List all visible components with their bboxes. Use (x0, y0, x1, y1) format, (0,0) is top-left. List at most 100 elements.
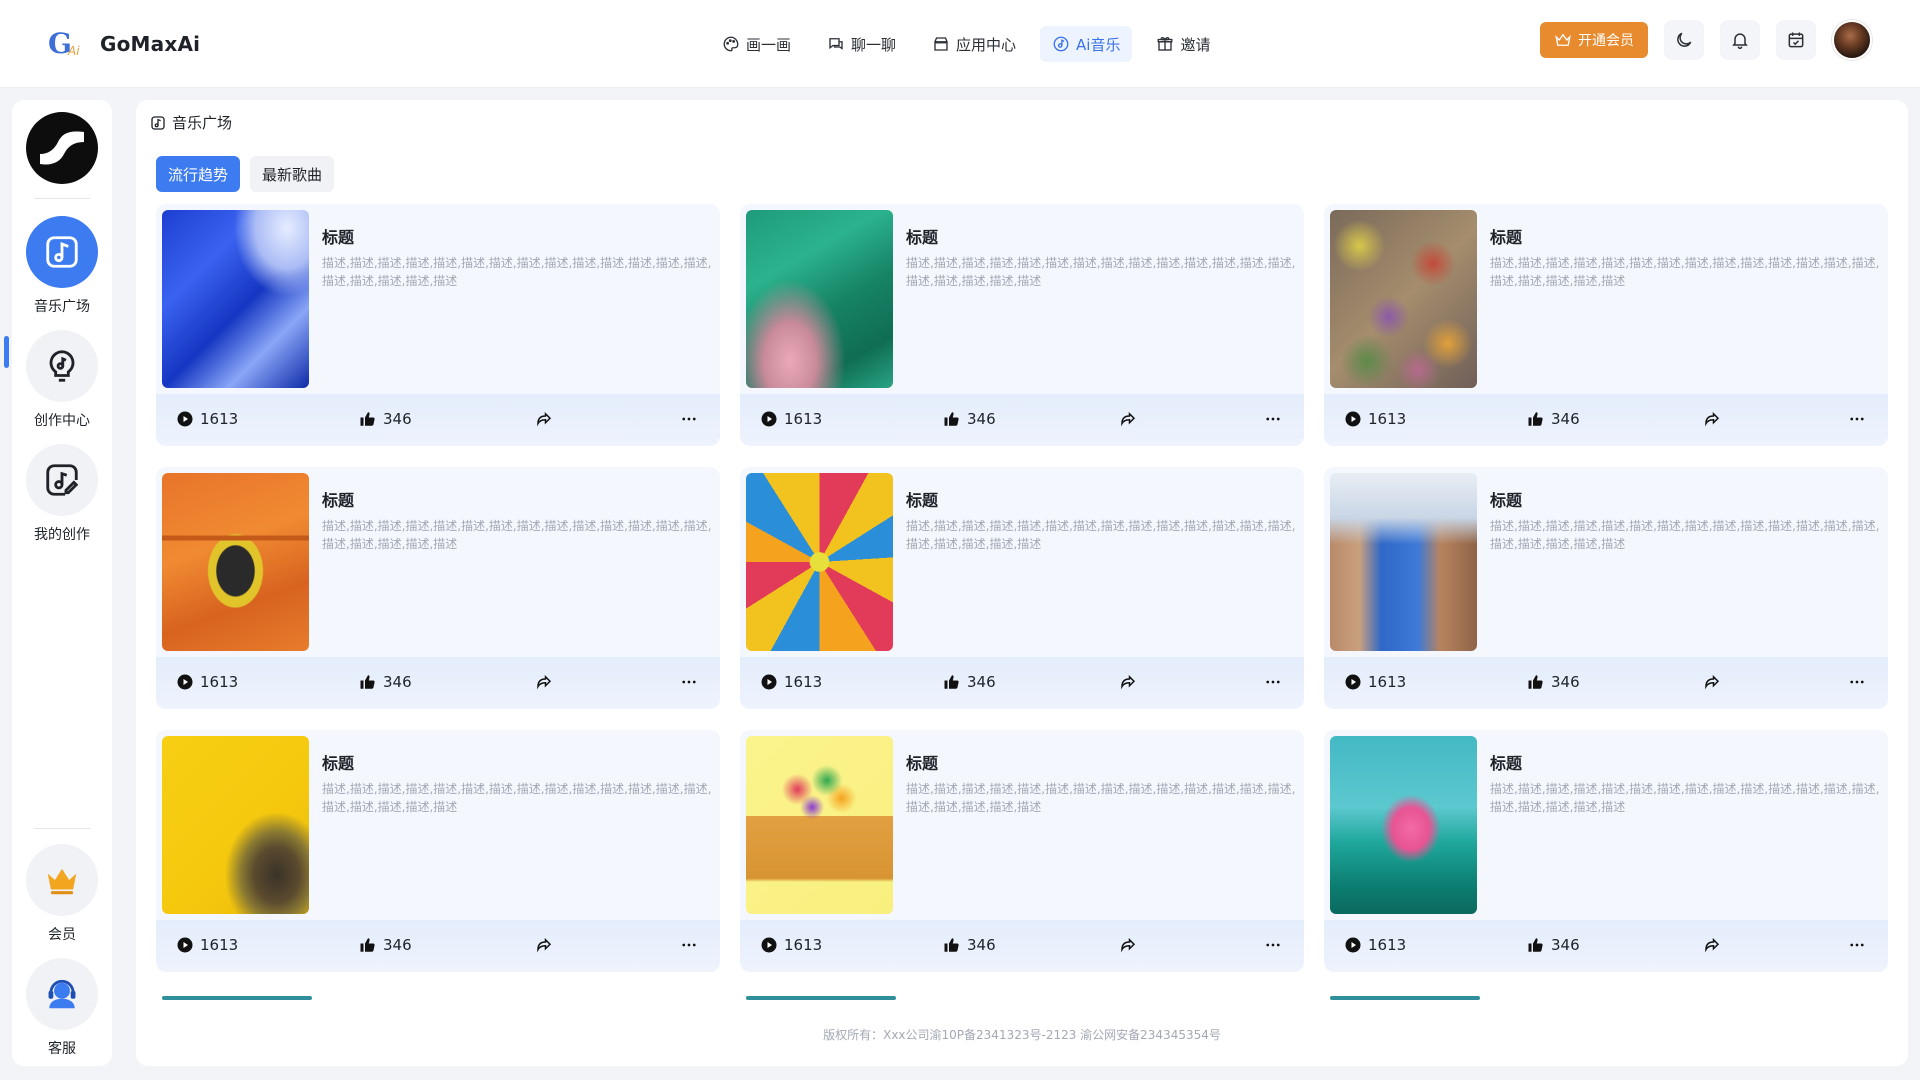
like-count-value: 346 (967, 936, 996, 954)
more-button[interactable] (1848, 936, 1866, 954)
more-button[interactable] (1264, 936, 1282, 954)
play-count[interactable]: 1613 (760, 673, 822, 691)
share-button[interactable] (535, 673, 553, 691)
like-count[interactable]: 346 (943, 410, 996, 428)
sidebar-item-my-creations[interactable]: 我的创作 (12, 444, 112, 544)
brand[interactable]: G Ai GoMaxAi (48, 26, 200, 62)
like-count[interactable]: 346 (1527, 410, 1580, 428)
play-count[interactable]: 1613 (1344, 936, 1406, 954)
share-button[interactable] (1119, 936, 1137, 954)
share-button[interactable] (1703, 410, 1721, 428)
crown-icon (47, 868, 77, 895)
play-count[interactable]: 1613 (1344, 673, 1406, 691)
like-count-value: 346 (383, 673, 412, 691)
more-dots-icon (682, 680, 696, 684)
song-title: 标题 (906, 754, 939, 773)
share-icon (1121, 674, 1136, 690)
nav-item-invite[interactable]: 邀请 (1144, 26, 1222, 62)
play-circle-icon (1345, 411, 1361, 427)
more-dots-icon (1850, 680, 1864, 684)
page-title: 音乐广场 (150, 112, 232, 133)
nav-label: 应用中心 (956, 35, 1017, 54)
song-description: 描述,描述,描述,描述,描述,描述,描述,描述,描述,描述,描述,描述,描述,描… (906, 256, 1296, 288)
theme-toggle-button[interactable] (1664, 20, 1704, 60)
song-card[interactable]: 标题 描述,描述,描述,描述,描述,描述,描述,描述,描述,描述,描述,描述,描… (1324, 467, 1888, 709)
song-card-footer: 1613 346 (1324, 657, 1888, 709)
tab-bar: 流行趋势 最新歌曲 (156, 156, 335, 192)
avatar[interactable] (1832, 20, 1872, 60)
more-button[interactable] (680, 936, 698, 954)
song-card[interactable]: 标题 描述,描述,描述,描述,描述,描述,描述,描述,描述,描述,描述,描述,描… (1324, 204, 1888, 446)
thumbs-up-icon (360, 938, 375, 952)
play-count[interactable]: 1613 (176, 936, 238, 954)
song-cover-image (162, 473, 309, 651)
song-card[interactable]: 标题 描述,描述,描述,描述,描述,描述,描述,描述,描述,描述,描述,描述,描… (156, 204, 720, 446)
share-button[interactable] (1703, 673, 1721, 691)
like-count[interactable]: 346 (359, 673, 412, 691)
song-description: 描述,描述,描述,描述,描述,描述,描述,描述,描述,描述,描述,描述,描述,描… (322, 256, 712, 288)
like-count-value: 346 (1551, 410, 1580, 428)
like-count[interactable]: 346 (943, 673, 996, 691)
song-card[interactable]: 标题 描述,描述,描述,描述,描述,描述,描述,描述,描述,描述,描述,描述,描… (740, 730, 1304, 972)
song-card[interactable]: 标题 描述,描述,描述,描述,描述,描述,描述,描述,描述,描述,描述,描述,描… (740, 204, 1304, 446)
share-button[interactable] (1119, 673, 1137, 691)
nav-item-app-center[interactable]: 应用中心 (920, 26, 1028, 62)
play-count[interactable]: 1613 (760, 410, 822, 428)
share-button[interactable] (1703, 936, 1721, 954)
more-button[interactable] (1264, 673, 1282, 691)
song-card[interactable]: 标题 描述,描述,描述,描述,描述,描述,描述,描述,描述,描述,描述,描述,描… (740, 467, 1304, 709)
nav-item-ai-music[interactable]: Ai音乐 (1040, 26, 1133, 62)
song-description: 描述,描述,描述,描述,描述,描述,描述,描述,描述,描述,描述,描述,描述,描… (322, 782, 712, 814)
play-count[interactable]: 1613 (1344, 410, 1406, 428)
music-disc-icon (1053, 36, 1069, 52)
checkin-button[interactable] (1776, 20, 1816, 60)
share-button[interactable] (535, 410, 553, 428)
more-button[interactable] (680, 410, 698, 428)
music-app-logo-icon[interactable] (26, 112, 98, 184)
play-circle-icon (761, 937, 777, 953)
song-description: 描述,描述,描述,描述,描述,描述,描述,描述,描述,描述,描述,描述,描述,描… (1490, 256, 1880, 288)
sidebar-item-label: 音乐广场 (34, 299, 90, 315)
more-button[interactable] (1848, 410, 1866, 428)
share-button[interactable] (535, 936, 553, 954)
sidebar-item-music-square[interactable]: 音乐广场 (12, 216, 112, 316)
sidebar-item-membership[interactable]: 会员 (12, 844, 112, 944)
share-icon (1121, 411, 1136, 427)
like-count[interactable]: 346 (359, 410, 412, 428)
song-title: 标题 (906, 491, 939, 510)
like-count[interactable]: 346 (943, 936, 996, 954)
tab-latest-songs[interactable]: 最新歌曲 (250, 156, 335, 192)
open-vip-button[interactable]: 开通会员 (1540, 22, 1648, 58)
play-count-value: 1613 (200, 936, 239, 954)
sidebar-item-creation-center[interactable]: 创作中心 (12, 330, 112, 430)
like-count-value: 346 (1551, 673, 1580, 691)
share-button[interactable] (1119, 410, 1137, 428)
song-description: 描述,描述,描述,描述,描述,描述,描述,描述,描述,描述,描述,描述,描述,描… (322, 519, 712, 551)
play-count[interactable]: 1613 (176, 410, 238, 428)
song-cover-image (1330, 736, 1477, 914)
song-card[interactable]: 标题 描述,描述,描述,描述,描述,描述,描述,描述,描述,描述,描述,描述,描… (1324, 730, 1888, 972)
more-button[interactable] (1264, 410, 1282, 428)
notifications-button[interactable] (1720, 20, 1760, 60)
nav-item-draw[interactable]: 画一画 (710, 26, 803, 62)
song-card[interactable]: 标题 描述,描述,描述,描述,描述,描述,描述,描述,描述,描述,描述,描述,描… (156, 467, 720, 709)
song-title: 标题 (1490, 754, 1523, 773)
song-title: 标题 (322, 491, 355, 510)
next-row-cover-edge (746, 996, 896, 1000)
like-count[interactable]: 346 (1527, 936, 1580, 954)
song-card-footer: 1613 346 (1324, 394, 1888, 446)
more-button[interactable] (1848, 673, 1866, 691)
like-count[interactable]: 346 (1527, 673, 1580, 691)
nav-item-chat[interactable]: 聊一聊 (815, 26, 908, 62)
sidebar-item-customer-service[interactable]: 客服 (12, 958, 112, 1058)
main-panel: 音乐广场 流行趋势 最新歌曲 标题 描述,描述,描述,描述,描述,描述,描述,描… (136, 100, 1908, 1066)
more-dots-icon (1850, 417, 1864, 421)
play-count[interactable]: 1613 (176, 673, 238, 691)
song-card-footer: 1613 346 (156, 657, 720, 709)
like-count[interactable]: 346 (359, 936, 412, 954)
tab-trending[interactable]: 流行趋势 (156, 156, 241, 192)
song-card[interactable]: 标题 描述,描述,描述,描述,描述,描述,描述,描述,描述,描述,描述,描述,描… (156, 730, 720, 972)
like-count-value: 346 (383, 410, 412, 428)
play-count[interactable]: 1613 (760, 936, 822, 954)
more-button[interactable] (680, 673, 698, 691)
